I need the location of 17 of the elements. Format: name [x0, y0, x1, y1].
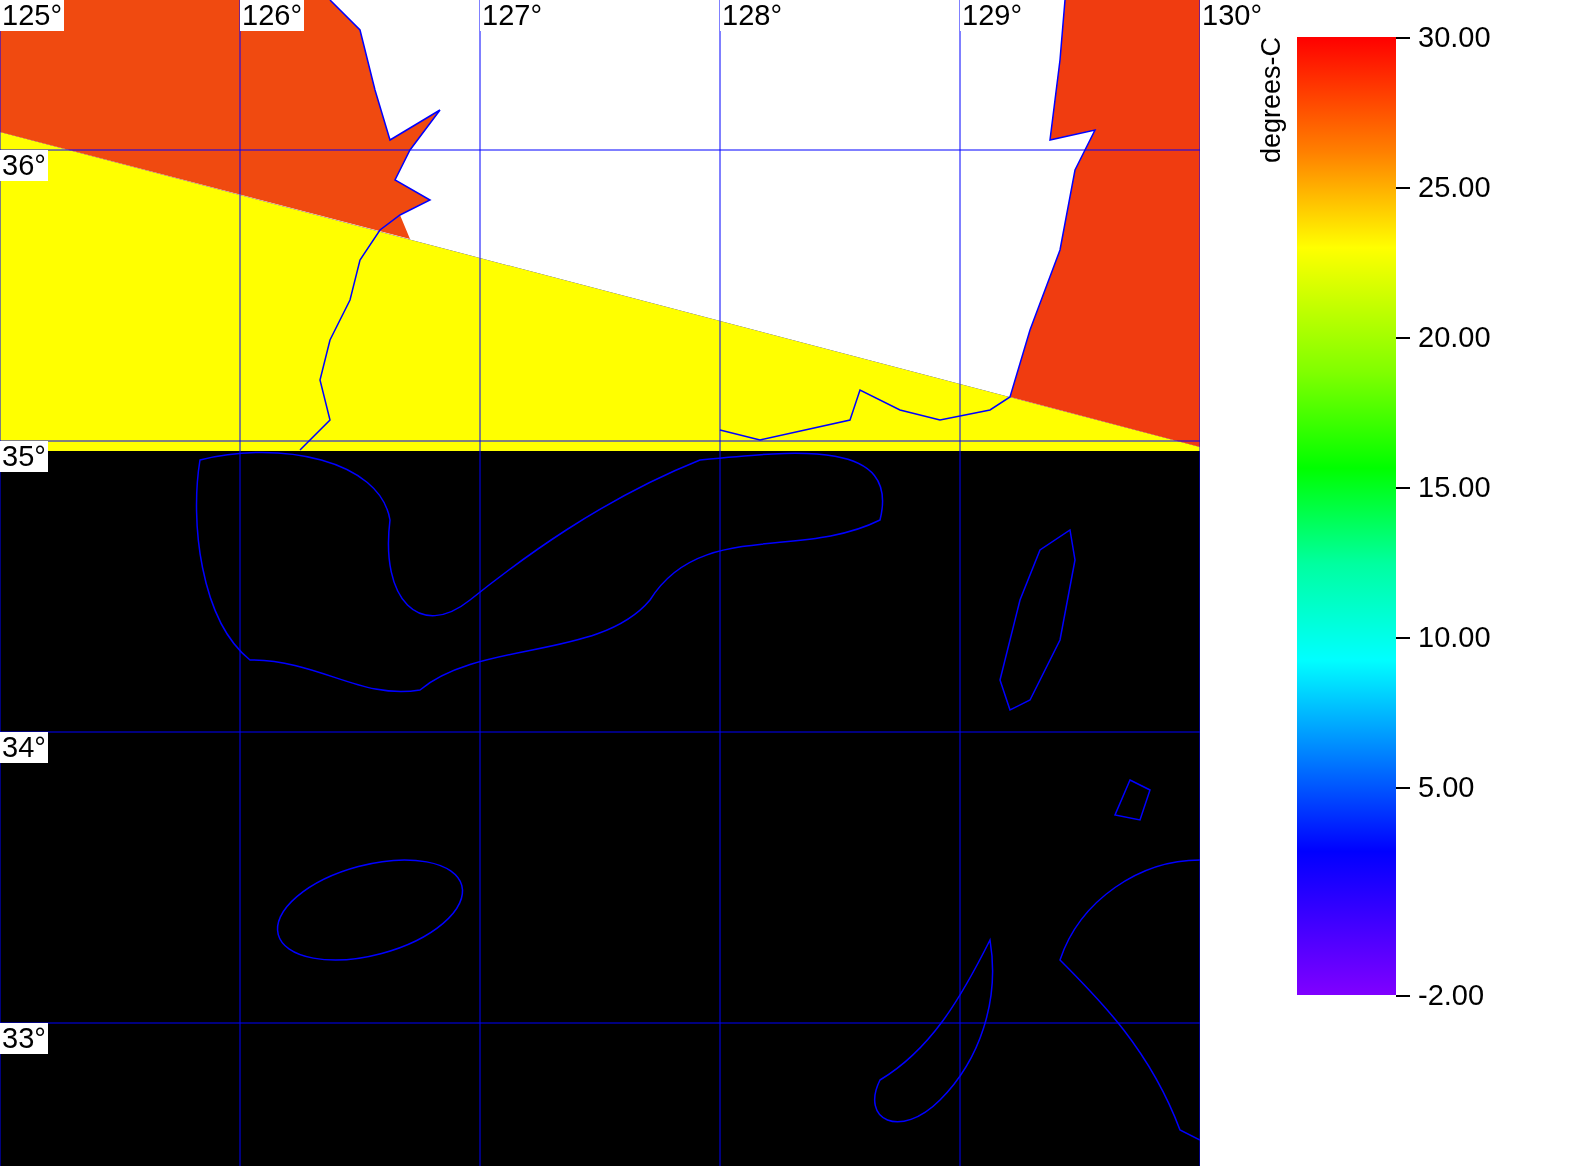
latitude-label: 33°	[0, 1023, 48, 1054]
colorbar-tick-label: 30.00	[1418, 20, 1491, 54]
colorbar-title: degrees-C	[1256, 37, 1287, 164]
longitude-label: 127°	[480, 0, 544, 31]
longitude-label: 128°	[720, 0, 784, 31]
latitude-label: 35°	[0, 441, 48, 472]
colorbar-tick-label: -2.00	[1418, 978, 1485, 1012]
latitude-label: 34°	[0, 732, 48, 763]
colorbar-tick-label: 10.00	[1418, 620, 1491, 654]
longitude-label: 125°	[0, 0, 64, 31]
colorbar-tick-label: 15.00	[1418, 470, 1491, 504]
colorbar-tick-label: 25.00	[1418, 170, 1491, 204]
longitude-label: 129°	[960, 0, 1024, 31]
colorbar-tick-label: 20.00	[1418, 320, 1491, 354]
longitude-label: 126°	[240, 0, 304, 31]
latitude-label: 36°	[0, 150, 48, 181]
colorbar-tick-label: 5.00	[1418, 770, 1475, 804]
